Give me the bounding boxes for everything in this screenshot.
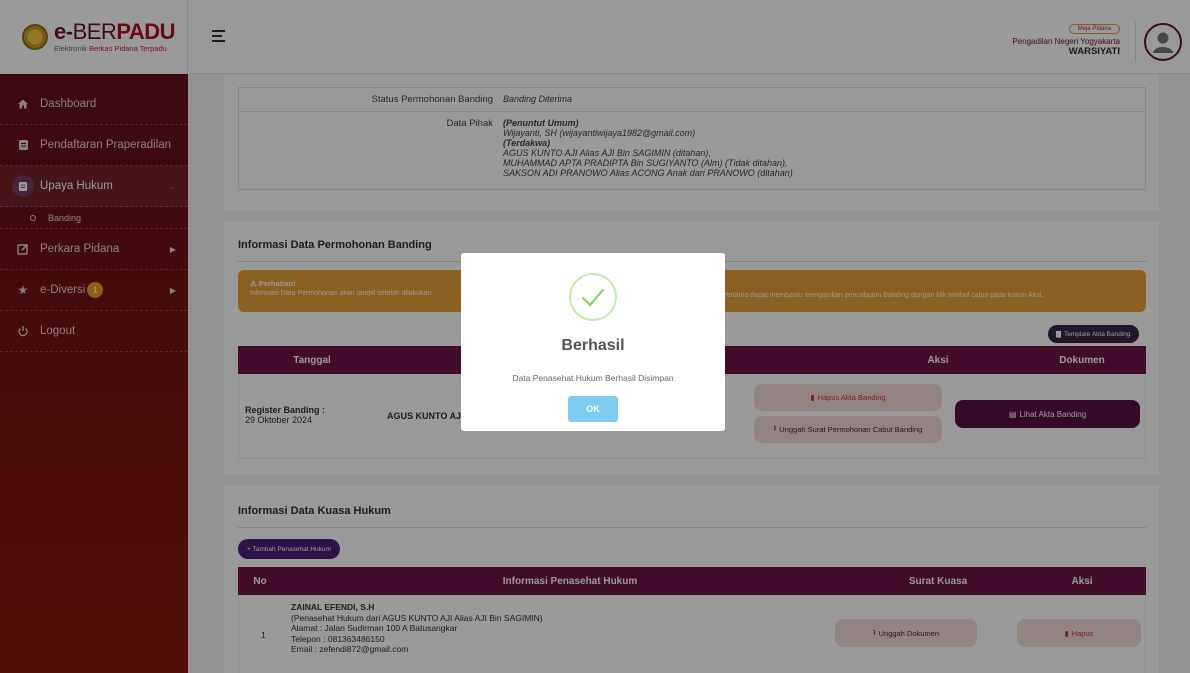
ok-button[interactable]: OK [568, 396, 618, 422]
dialog-message: Data Penasehat Hukum Berhasil Disimpan [512, 373, 674, 383]
success-dialog: Berhasil Data Penasehat Hukum Berhasil D… [461, 253, 725, 431]
success-check-icon [569, 273, 617, 321]
dialog-title: Berhasil [561, 337, 625, 354]
